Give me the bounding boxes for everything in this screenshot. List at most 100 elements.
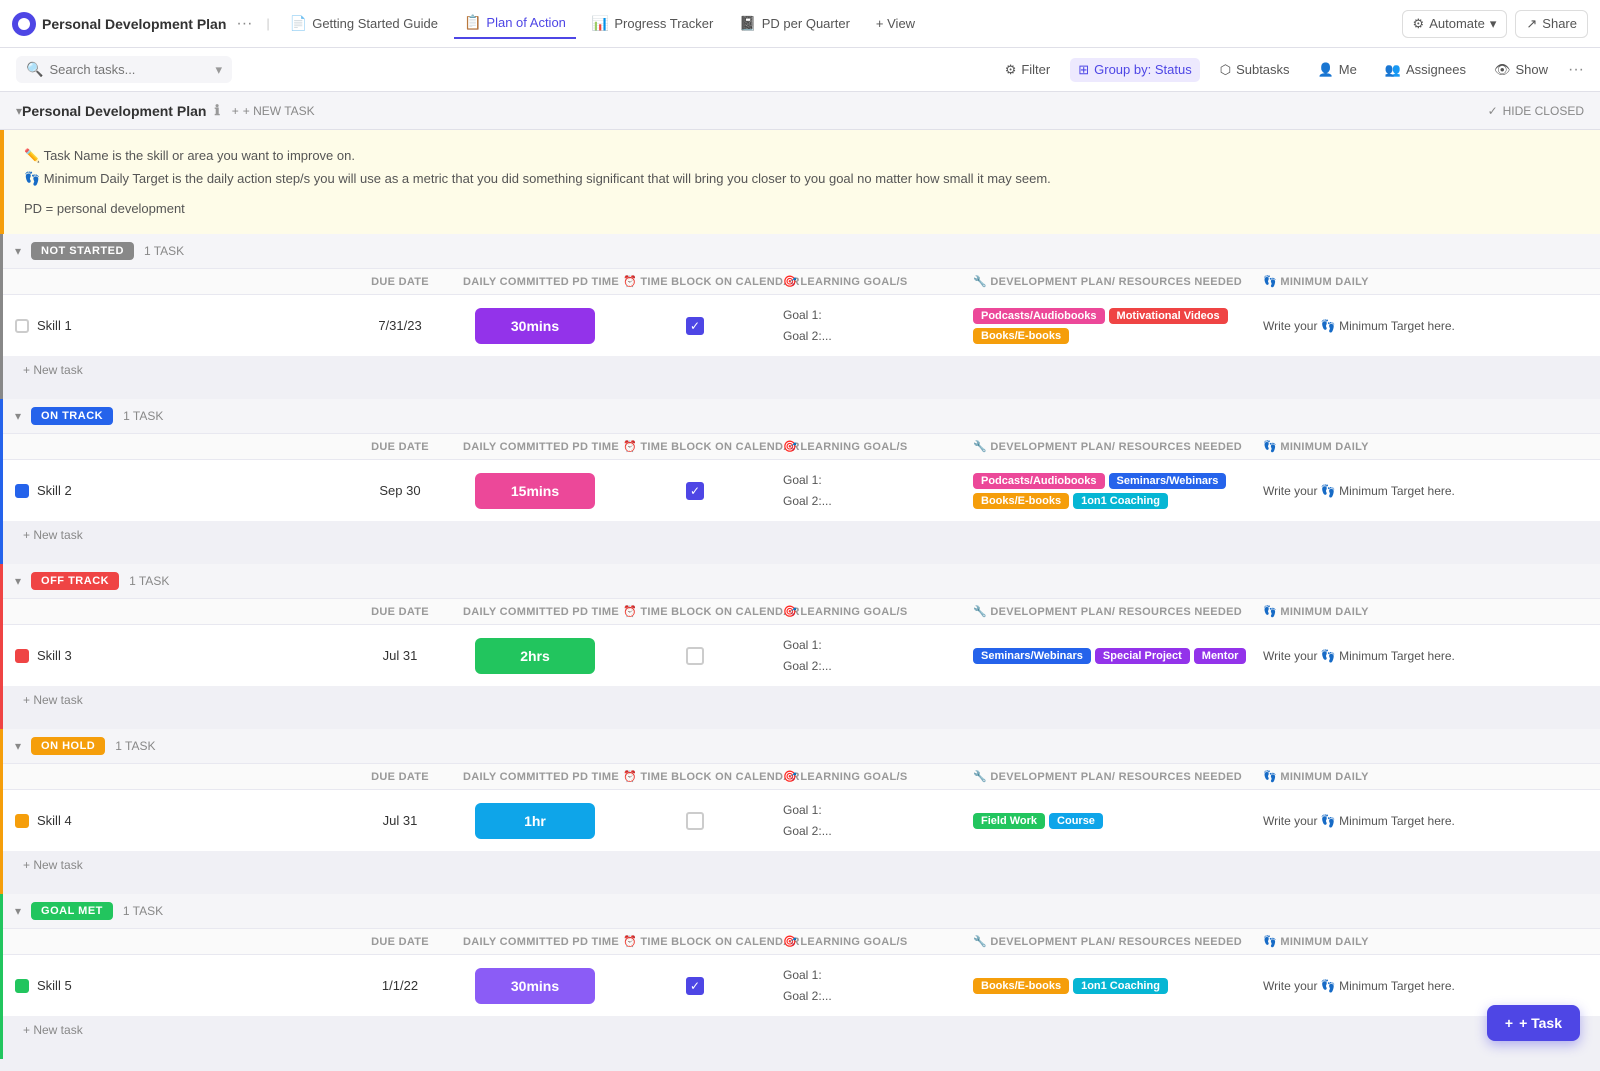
daily-time-cell: 15mins bbox=[455, 473, 615, 509]
group-toggle-goal-met[interactable]: ▾ bbox=[15, 904, 21, 918]
goal-line2: Goal 2:... bbox=[783, 326, 957, 346]
assignees-icon: 👥 bbox=[1385, 62, 1401, 78]
status-badge-not-started: NOT STARTED bbox=[31, 242, 134, 260]
task-name-cell: Skill 5 bbox=[15, 978, 345, 993]
project-menu-dots[interactable]: ··· bbox=[232, 15, 256, 33]
progress-tracker-icon: 📊 bbox=[592, 15, 609, 32]
top-nav-bar: Personal Development Plan ··· | 📄 Gettin… bbox=[0, 0, 1600, 48]
task-name-label[interactable]: Skill 3 bbox=[37, 648, 72, 663]
group-by-btn[interactable]: ⊞ Group by: Status bbox=[1070, 58, 1199, 82]
col-due-date: DUE DATE bbox=[345, 606, 455, 618]
task-status-icon[interactable] bbox=[15, 484, 29, 498]
goal-line2: Goal 2:... bbox=[783, 656, 957, 676]
resource-tag: Books/E-books bbox=[973, 328, 1069, 344]
task-name-cell: Skill 3 bbox=[15, 648, 345, 663]
new-task-row-off-track[interactable]: + New task bbox=[3, 687, 1600, 713]
more-options-icon[interactable]: ··· bbox=[1568, 61, 1584, 79]
group-toggle-on-hold[interactable]: ▾ bbox=[15, 739, 21, 753]
new-task-top-btn[interactable]: + + NEW TASK bbox=[232, 104, 315, 118]
share-btn[interactable]: ↗ Share bbox=[1515, 10, 1588, 38]
resource-tag: Books/E-books bbox=[973, 978, 1069, 994]
col-minimum: 👣 MINIMUM DAILY bbox=[1255, 605, 1455, 618]
group-header-on-track: ▾ ON TRACK 1 TASK bbox=[3, 399, 1600, 434]
automate-btn[interactable]: ⚙ Automate ▾ bbox=[1402, 10, 1508, 38]
calendar-checkbox[interactable] bbox=[686, 647, 704, 665]
tab-plan-of-action[interactable]: 📋 Plan of Action bbox=[454, 8, 576, 39]
project-title: Personal Development Plan bbox=[42, 16, 226, 32]
daily-time-cell: 2hrs bbox=[455, 638, 615, 674]
task-row: Skill 1 7/31/23 30mins Goal 1: Goal 2:..… bbox=[3, 295, 1600, 357]
group-header-goal-met: ▾ GOAL MET 1 TASK bbox=[3, 894, 1600, 929]
col-development: 🔧 DEVELOPMENT PLAN/ RESOURCES NEEDED bbox=[965, 770, 1255, 783]
column-headers: DUE DATE DAILY COMMITTED PD TIME ⏰ TIME … bbox=[3, 764, 1600, 790]
task-status-icon[interactable] bbox=[15, 649, 29, 663]
me-btn[interactable]: 👤 Me bbox=[1310, 58, 1365, 82]
new-task-row-not-started[interactable]: + New task bbox=[3, 357, 1600, 383]
task-row: Skill 4 Jul 31 1hr Goal 1: Goal 2:... Fi… bbox=[3, 790, 1600, 852]
getting-started-icon: 📄 bbox=[290, 15, 307, 32]
assignees-btn[interactable]: 👥 Assignees bbox=[1377, 58, 1474, 82]
task-status-icon[interactable] bbox=[15, 814, 29, 828]
calendar-checkbox[interactable] bbox=[686, 977, 704, 995]
goal-cell: Goal 1: Goal 2:... bbox=[775, 470, 965, 511]
calendar-checkbox[interactable] bbox=[686, 482, 704, 500]
group-on-hold: ▾ ON HOLD 1 TASK DUE DATE DAILY COMMITTE… bbox=[0, 729, 1600, 894]
subtasks-icon: ⬡ bbox=[1220, 62, 1231, 78]
calendar-checkbox[interactable] bbox=[686, 317, 704, 335]
search-input[interactable] bbox=[49, 62, 209, 77]
status-badge-on-hold: ON HOLD bbox=[31, 737, 105, 755]
task-status-icon[interactable] bbox=[15, 319, 29, 333]
task-status-icon[interactable] bbox=[15, 979, 29, 993]
resource-tag: Seminars/Webinars bbox=[973, 648, 1091, 664]
add-view-btn[interactable]: + View bbox=[866, 11, 925, 36]
goal-line2: Goal 2:... bbox=[783, 821, 957, 841]
col-minimum: 👣 MINIMUM DAILY bbox=[1255, 275, 1455, 288]
col-time-block: ⏰ TIME BLOCK ON CALENDAR bbox=[615, 440, 775, 453]
task-name-label[interactable]: Skill 4 bbox=[37, 813, 72, 828]
group-toggle-on-track[interactable]: ▾ bbox=[15, 409, 21, 423]
resource-tag: Course bbox=[1049, 813, 1103, 829]
col-time-block: ⏰ TIME BLOCK ON CALENDAR bbox=[615, 770, 775, 783]
automate-dropdown-icon: ▾ bbox=[1490, 16, 1497, 32]
calendar-checkbox[interactable] bbox=[686, 812, 704, 830]
show-btn[interactable]: 👁 Show bbox=[1486, 58, 1556, 82]
group-toggle-off-track[interactable]: ▾ bbox=[15, 574, 21, 588]
new-task-row-goal-met[interactable]: + New task bbox=[3, 1017, 1600, 1043]
subtasks-btn[interactable]: ⬡ Subtasks bbox=[1212, 58, 1298, 82]
col-learning: 🎯 LEARNING GOAL/S bbox=[775, 770, 965, 783]
group-goal-met: ▾ GOAL MET 1 TASK DUE DATE DAILY COMMITT… bbox=[0, 894, 1600, 1059]
new-task-row-on-track[interactable]: + New task bbox=[3, 522, 1600, 548]
group-icon: ⊞ bbox=[1078, 62, 1089, 78]
col-daily-pd: DAILY COMMITTED PD TIME bbox=[455, 276, 615, 288]
search-input-wrap[interactable]: 🔍 ▾ bbox=[16, 56, 232, 83]
new-task-row-on-hold[interactable]: + New task bbox=[3, 852, 1600, 878]
resource-tag: 1on1 Coaching bbox=[1073, 978, 1168, 994]
tab-progress-tracker[interactable]: 📊 Progress Tracker bbox=[582, 9, 723, 38]
filter-btn[interactable]: ⚙ Filter bbox=[997, 58, 1059, 82]
due-date-cell: 1/1/22 bbox=[345, 978, 455, 993]
status-badge-on-track: ON TRACK bbox=[31, 407, 113, 425]
goal-line2: Goal 2:... bbox=[783, 986, 957, 1006]
task-name-label[interactable]: Skill 5 bbox=[37, 978, 72, 993]
hide-closed-btn[interactable]: ✓ HIDE CLOSED bbox=[1488, 104, 1584, 118]
tab-pd-per-quarter[interactable]: 📓 PD per Quarter bbox=[729, 9, 860, 38]
info-icon[interactable]: ℹ bbox=[214, 102, 219, 119]
calendar-cell bbox=[615, 482, 775, 500]
col-time-block: ⏰ TIME BLOCK ON CALENDAR bbox=[615, 935, 775, 948]
minimum-cell: Write your 👣 Minimum Target here. bbox=[1255, 319, 1588, 333]
time-pill: 1hr bbox=[475, 803, 595, 839]
filter-icon: ⚙ bbox=[1005, 62, 1017, 78]
column-headers: DUE DATE DAILY COMMITTED PD TIME ⏰ TIME … bbox=[3, 599, 1600, 625]
task-name-label[interactable]: Skill 1 bbox=[37, 318, 72, 333]
group-toggle-not-started[interactable]: ▾ bbox=[15, 244, 21, 258]
task-count-on-hold: 1 TASK bbox=[115, 739, 155, 753]
task-name-label[interactable]: Skill 2 bbox=[37, 483, 72, 498]
due-date-cell: Sep 30 bbox=[345, 483, 455, 498]
daily-time-cell: 30mins bbox=[455, 308, 615, 344]
tab-getting-started[interactable]: 📄 Getting Started Guide bbox=[280, 9, 448, 38]
goal-cell: Goal 1: Goal 2:... bbox=[775, 305, 965, 346]
task-count-off-track: 1 TASK bbox=[129, 574, 169, 588]
add-task-fab[interactable]: + + Task bbox=[1487, 1005, 1580, 1041]
due-date-cell: 7/31/23 bbox=[345, 318, 455, 333]
group-off-track: ▾ OFF TRACK 1 TASK DUE DATE DAILY COMMIT… bbox=[0, 564, 1600, 729]
